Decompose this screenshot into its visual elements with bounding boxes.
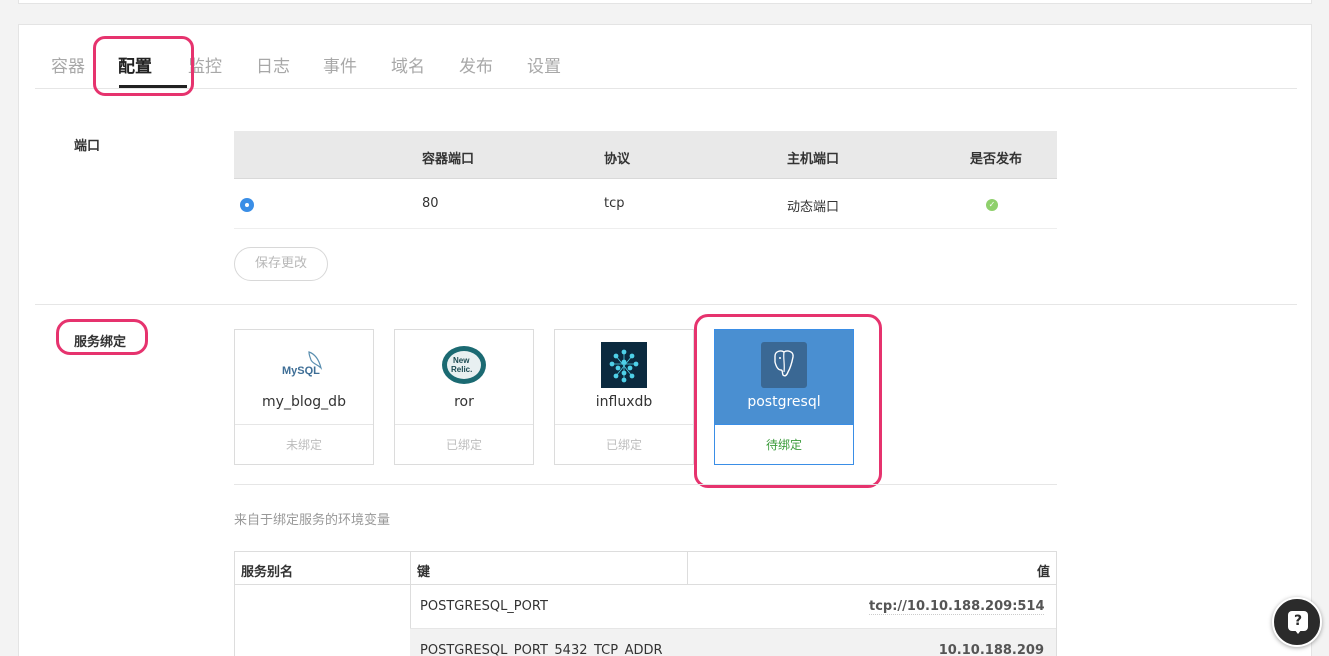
newrelic-logo-icon: New Relic.	[441, 342, 487, 388]
service-card-ror[interactable]: New Relic. ror 已绑定	[394, 329, 534, 465]
env-table-header: 服务别名 键 值	[235, 552, 1056, 585]
env-vars-table: 服务别名 键 值 POSTGRESQL_PORT tcp://10.10.188…	[234, 551, 1057, 656]
bindings-divider	[234, 484, 1057, 485]
svg-text:New: New	[453, 356, 470, 365]
ports-table: 容器端口 协议 主机端口 是否发布 80 tcp 动态端口 ✓	[234, 131, 1057, 229]
section-divider	[35, 304, 1297, 305]
service-status: 未绑定	[235, 424, 373, 464]
protocol-value: tcp	[604, 196, 625, 211]
service-status: 已绑定	[555, 424, 693, 464]
col-container-port: 容器端口	[422, 152, 475, 167]
tab-settings[interactable]: 设置	[527, 52, 561, 77]
ports-section-label: 端口	[74, 139, 101, 154]
col-key: 键	[417, 565, 431, 580]
config-panel: 容器 配置 监控 日志 事件 域名 发布 设置 端口 容器端口 协议 主机端口 …	[18, 24, 1312, 656]
col-published: 是否发布	[970, 152, 1023, 167]
mysql-logo-text: MySQL	[282, 365, 320, 377]
table-row: POSTGRESQL_PORT tcp://10.10.188.209:5140…	[410, 585, 1056, 629]
highlight-config-tab	[93, 36, 194, 96]
table-row: 80 tcp 动态端口 ✓	[234, 179, 1057, 229]
service-name: influxdb	[595, 394, 653, 410]
ports-table-header: 容器端口 协议 主机端口 是否发布	[234, 131, 1057, 179]
service-name: my_blog_db	[262, 394, 346, 410]
mysql-logo-icon: MySQL	[281, 342, 327, 388]
top-card	[18, 0, 1312, 4]
tab-events[interactable]: 事件	[323, 52, 357, 77]
env-vars-note: 来自于绑定服务的环境变量	[234, 513, 391, 528]
container-port-value: 80	[422, 196, 439, 211]
host-port-value: 动态端口	[787, 200, 840, 215]
env-value: tcp://10.10.188.209:5140:	[869, 599, 1044, 615]
row-select-radio[interactable]	[240, 198, 254, 212]
env-value: 10.10.188.209	[939, 643, 1044, 656]
question-icon: ?	[1288, 611, 1308, 631]
env-key: POSTGRESQL_PORT_5432_TCP_ADDR	[420, 643, 663, 656]
highlight-postgresql-card	[694, 314, 882, 488]
published-check-icon: ✓	[986, 199, 998, 211]
tab-domains[interactable]: 域名	[391, 52, 425, 77]
tab-publish[interactable]: 发布	[459, 52, 493, 77]
col-value: 值	[1036, 565, 1050, 580]
help-chat-button[interactable]: ?	[1272, 597, 1322, 647]
tab-containers[interactable]: 容器	[51, 52, 85, 77]
service-status: 已绑定	[395, 424, 533, 464]
service-name: ror	[454, 394, 474, 410]
service-card-my-blog-db[interactable]: MySQL my_blog_db 未绑定	[234, 329, 374, 465]
tab-bar: 容器 配置 监控 日志 事件 域名 发布 设置	[35, 25, 1297, 89]
highlight-bindings-label	[56, 319, 148, 355]
service-card-influxdb[interactable]: influxdb 已绑定	[554, 329, 694, 465]
col-host-port: 主机端口	[787, 152, 840, 167]
influxdb-logo-icon	[601, 342, 647, 388]
svg-text:Relic.: Relic.	[451, 365, 472, 374]
col-protocol: 协议	[604, 152, 631, 167]
tab-logs[interactable]: 日志	[256, 52, 290, 77]
env-key: POSTGRESQL_PORT	[420, 599, 548, 614]
table-row: POSTGRESQL_PORT_5432_TCP_ADDR 10.10.188.…	[410, 629, 1056, 656]
save-changes-button[interactable]: 保存更改	[234, 247, 328, 281]
col-service-alias: 服务别名	[241, 565, 294, 580]
